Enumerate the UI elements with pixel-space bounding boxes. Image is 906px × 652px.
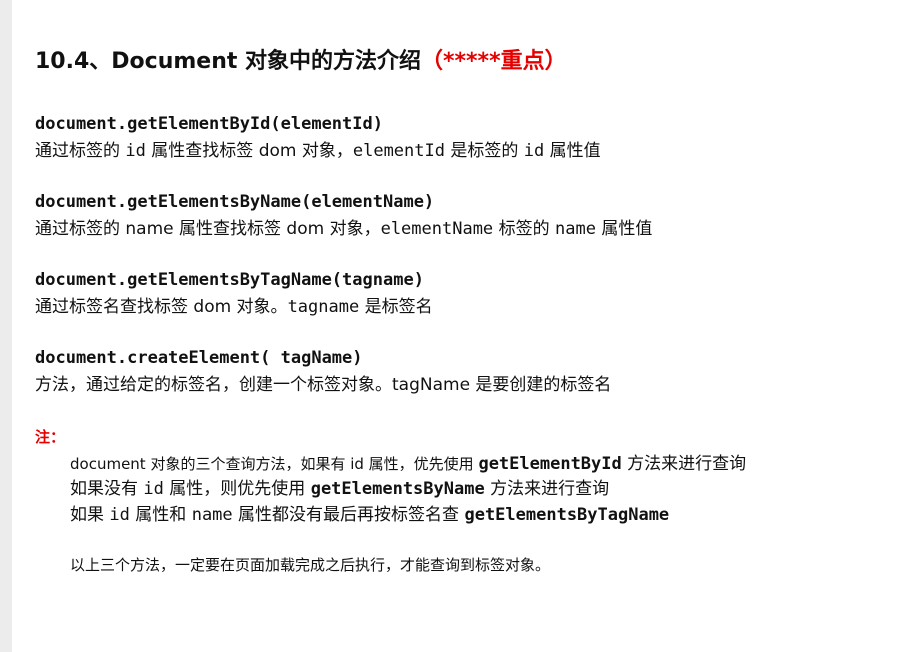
note-line-3: 如果 id 属性和 name 属性都没有最后再按标签名查 getElements… <box>70 503 669 527</box>
desc-text: 是标签名 <box>359 297 433 317</box>
note-text: 如果 <box>70 505 110 525</box>
desc-code: id <box>523 141 545 161</box>
note-line-4: 以上三个方法，一定要在页面加载完成之后执行，才能查询到标签对象。 <box>70 556 551 574</box>
desc-text: 属性查找标签 dom 对象， <box>145 141 353 161</box>
method-signature-getElementsByName: document.getElementsByName(elementName) <box>35 192 435 212</box>
desc-code: name <box>554 219 596 239</box>
note-code: name <box>191 505 233 525</box>
note-code: getElementsByName <box>310 479 485 499</box>
note-text: 如果没有 <box>70 479 144 499</box>
note-code: id <box>109 505 130 525</box>
note-text: 属性，则优先使用 <box>163 479 311 499</box>
method-description-createElement: 方法，通过给定的标签名，创建一个标签对象。tagName 是要创建的标签名 <box>35 373 611 397</box>
desc-text: 通过标签名查找标签 dom 对象。 <box>35 297 288 317</box>
note-text: 属性和 <box>129 505 192 525</box>
method-signature-getElementsByTagName: document.getElementsByTagName(tagname) <box>35 270 424 290</box>
document-page: 10.4、Document 对象中的方法介绍（*****重点） document… <box>12 0 906 652</box>
method-description-getElementsByName: 通过标签的 name 属性查找标签 dom 对象，elementName 标签的… <box>35 217 652 241</box>
desc-code: tagname <box>287 297 360 317</box>
note-line-1: document 对象的三个查询方法，如果有 id 属性，优先使用 getEle… <box>70 452 746 476</box>
method-description-getElementById: 通过标签的 id 属性查找标签 dom 对象，elementId 是标签的 id… <box>35 139 601 163</box>
desc-text: 通过标签的 name 属性查找标签 dom 对象， <box>35 219 381 239</box>
desc-text: 标签的 <box>493 219 555 239</box>
method-description-getElementsByTagName: 通过标签名查找标签 dom 对象。tagname 是标签名 <box>35 295 433 319</box>
desc-text: 属性值 <box>595 219 653 239</box>
section-heading: 10.4、Document 对象中的方法介绍（*****重点） <box>35 47 567 77</box>
heading-title: 10.4、Document 对象中的方法介绍 <box>35 49 422 74</box>
note-line-2: 如果没有 id 属性，则优先使用 getElementsByName 方法来进行… <box>70 477 609 501</box>
method-signature-getElementById: document.getElementById(elementId) <box>35 114 383 134</box>
desc-code: elementId <box>352 141 445 161</box>
desc-code: elementName <box>380 219 494 239</box>
note-text: 方法来进行查询 <box>484 479 610 499</box>
note-code: getElementById <box>478 454 622 474</box>
desc-text: 通过标签的 <box>35 141 126 161</box>
method-signature-createElement: document.createElement( tagName) <box>35 348 363 368</box>
note-text: 方法来进行查询 <box>621 454 747 474</box>
note-label: 注： <box>35 428 66 446</box>
desc-text: 属性值 <box>544 141 601 161</box>
desc-text: 方法，通过给定的标签名，创建一个标签对象。tagName 是要创建的标签名 <box>35 375 612 395</box>
desc-code: id <box>125 141 146 161</box>
note-text: document 对象的三个查询方法，如果有 id 属性，优先使用 <box>70 455 479 473</box>
note-code: id <box>143 479 164 499</box>
desc-text: 是标签的 <box>444 141 524 161</box>
note-text: 属性都没有最后再按标签名查 <box>232 505 465 525</box>
heading-emphasis: （*****重点） <box>421 49 567 74</box>
note-code: getElementsByTagName <box>464 505 670 525</box>
